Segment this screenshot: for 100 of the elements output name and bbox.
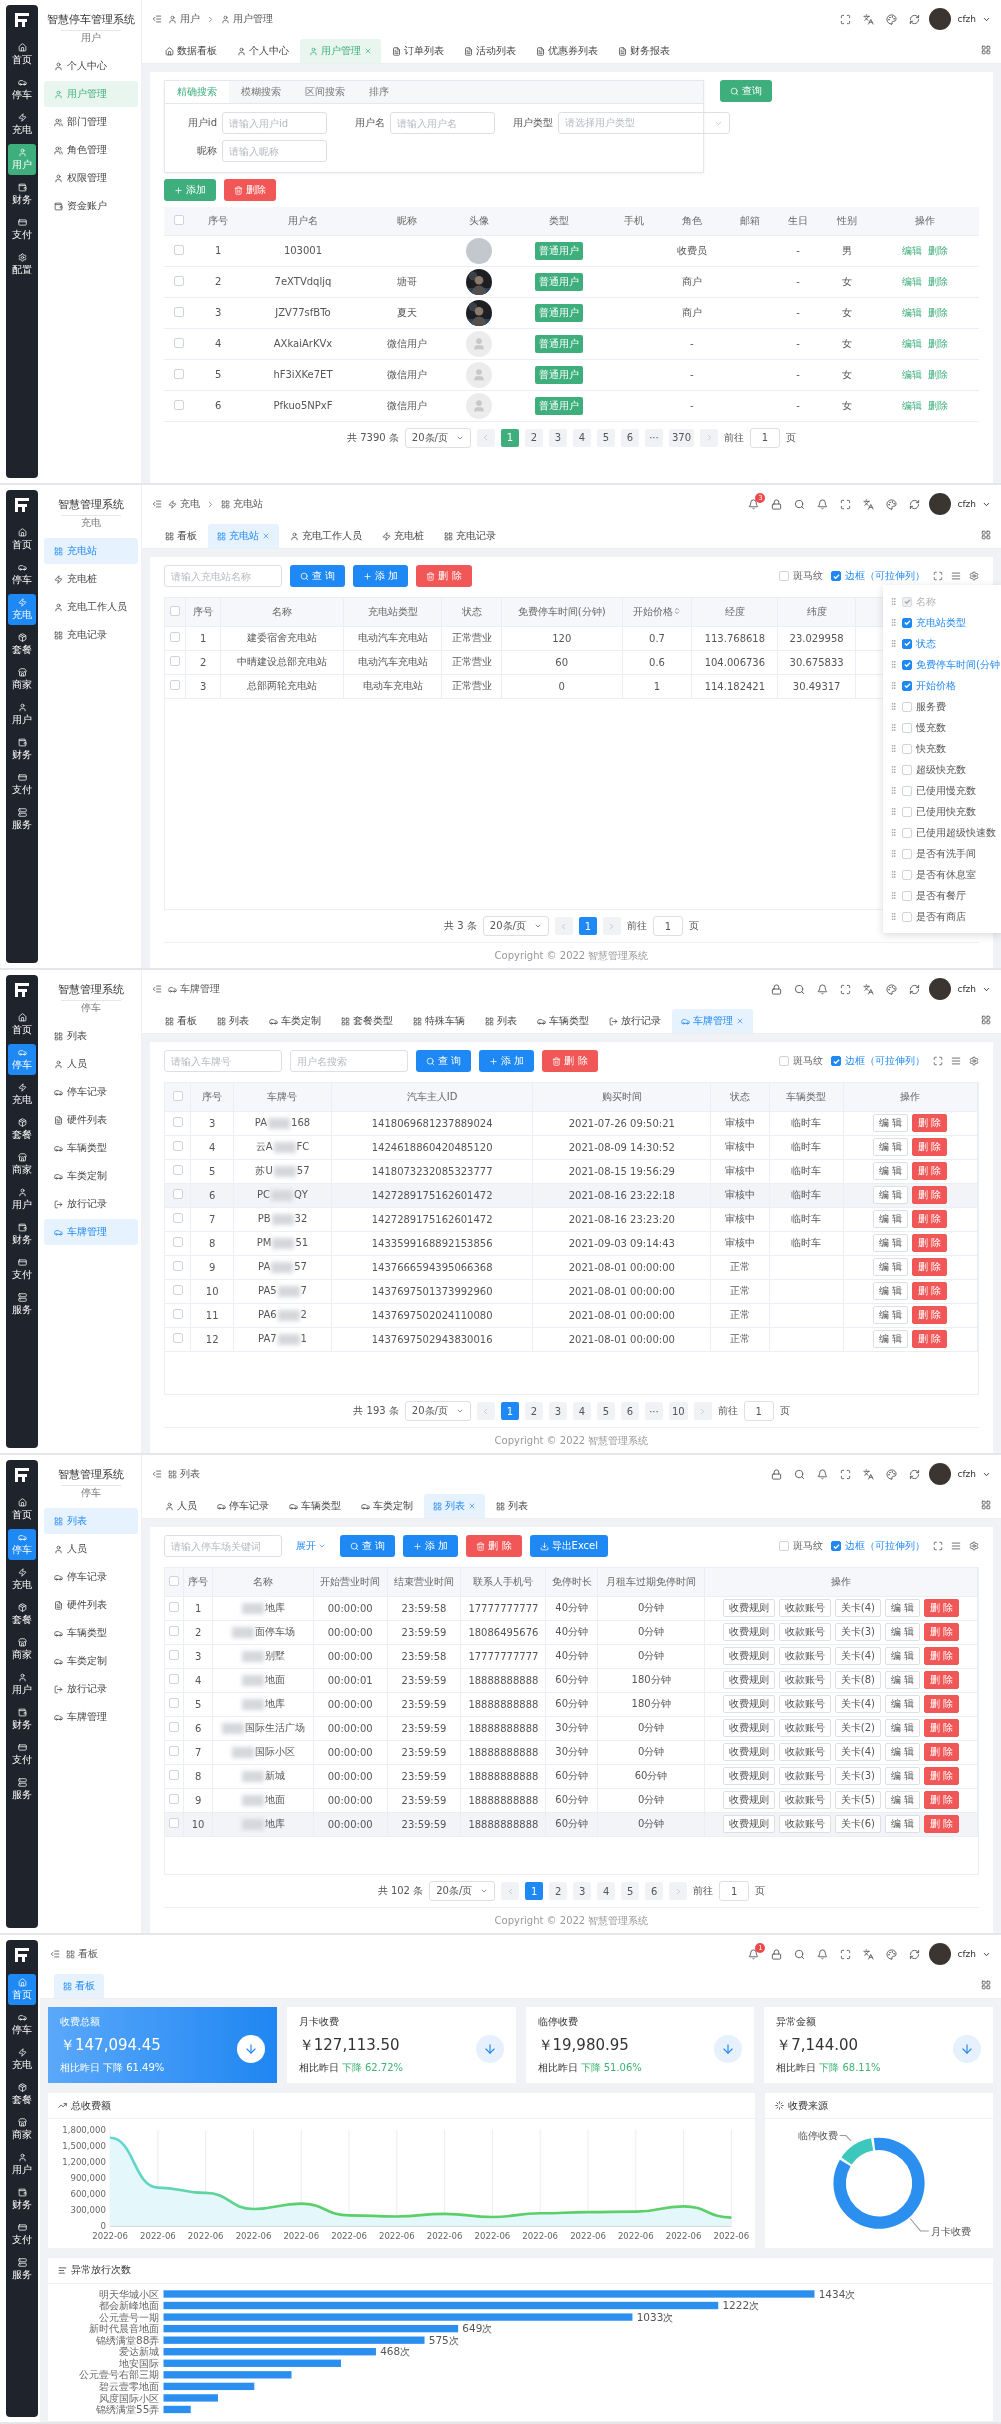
- column-option[interactable]: 服务费: [916, 699, 946, 714]
- action-button[interactable]: 编 辑: [873, 1234, 909, 1252]
- page-button[interactable]: 2: [524, 1402, 543, 1420]
- sidebar-item[interactable]: 支付: [8, 1254, 36, 1285]
- sidebar-item[interactable]: 充电: [8, 1564, 36, 1595]
- sidebar-item[interactable]: 用户: [8, 1184, 36, 1215]
- search-field[interactable]: 请输入停车场关键词: [164, 1535, 282, 1557]
- drag-handle-icon[interactable]: [889, 744, 898, 753]
- action-button[interactable]: 编 辑: [873, 1330, 909, 1348]
- page-button[interactable]: 5: [621, 1882, 640, 1900]
- checkbox[interactable]: [902, 659, 912, 670]
- column-option[interactable]: 免费停车时间(分钟: [916, 657, 1000, 672]
- breadcrumb-item[interactable]: 列表: [168, 1467, 200, 1481]
- action-button[interactable]: 编 辑: [873, 1306, 909, 1324]
- menu-item[interactable]: 硬件列表: [43, 1592, 138, 1618]
- column-option[interactable]: 是否有洗手间: [916, 846, 976, 861]
- action-button[interactable]: 收款账号: [778, 1695, 831, 1713]
- tab[interactable]: 个人中心: [228, 39, 298, 63]
- sidebar-item[interactable]: 首页: [8, 39, 36, 70]
- avatar[interactable]: [929, 1463, 952, 1485]
- action-button[interactable]: 关卡(5): [834, 1791, 881, 1809]
- collapse-icon[interactable]: [152, 1469, 162, 1479]
- action-button[interactable]: 关卡(6): [834, 1815, 881, 1833]
- translate-icon[interactable]: [863, 498, 875, 510]
- notification-icon[interactable]: [748, 1948, 760, 1960]
- translate-icon[interactable]: [863, 1468, 875, 1480]
- sidebar-item[interactable]: 服务: [8, 804, 36, 835]
- settings-icon[interactable]: [969, 1541, 979, 1551]
- tab[interactable]: 车辆类型: [528, 1009, 598, 1033]
- page-size-select[interactable]: 20条/页: [429, 1881, 496, 1901]
- breadcrumb-item[interactable]: 看板: [66, 1947, 98, 1961]
- sidebar-item[interactable]: 商家: [8, 1149, 36, 1180]
- refresh-icon[interactable]: [909, 498, 921, 510]
- search-icon[interactable]: [794, 1948, 806, 1960]
- page-button[interactable]: 4: [572, 1402, 591, 1420]
- avatar[interactable]: [929, 1943, 952, 1965]
- notification-icon[interactable]: [748, 498, 760, 510]
- sidebar-item[interactable]: 停车: [8, 74, 36, 105]
- action-button[interactable]: 收费规则: [722, 1719, 775, 1737]
- tab[interactable]: 充电记录: [435, 524, 505, 548]
- sidebar-item[interactable]: 充电: [8, 2044, 36, 2075]
- menu-item[interactable]: 停车记录: [43, 1079, 138, 1105]
- page-input[interactable]: 1: [719, 1881, 750, 1901]
- drag-handle-icon[interactable]: [889, 681, 898, 690]
- page-size-select[interactable]: 20条/页: [404, 427, 471, 448]
- action-button[interactable]: 收款账号: [778, 1599, 831, 1617]
- column-option[interactable]: 开始价格: [916, 678, 956, 693]
- drag-handle-icon[interactable]: [889, 702, 898, 711]
- next-page-button[interactable]: [693, 1402, 712, 1420]
- sidebar-item[interactable]: 配置: [8, 249, 36, 280]
- next-page-button[interactable]: [602, 917, 621, 935]
- column-option[interactable]: 已使用慢充数: [916, 783, 976, 798]
- page-button[interactable]: 370: [668, 428, 694, 447]
- page-size-select[interactable]: 20条/页: [482, 916, 549, 936]
- menu-item[interactable]: 车牌管理: [43, 1704, 138, 1730]
- menu-item[interactable]: 列表: [43, 1023, 138, 1049]
- sidebar-item[interactable]: 支付: [8, 214, 36, 245]
- tab[interactable]: 列表: [476, 1009, 526, 1033]
- drag-handle-icon[interactable]: [889, 618, 898, 627]
- page-button[interactable]: ···: [644, 428, 663, 447]
- action-button[interactable]: 收费规则: [722, 1815, 775, 1833]
- drag-handle-icon[interactable]: [889, 828, 898, 837]
- bell-icon[interactable]: [817, 1948, 829, 1960]
- lock-icon[interactable]: [771, 1468, 783, 1480]
- action-button[interactable]: 收费规则: [722, 1671, 775, 1689]
- translate-icon[interactable]: [863, 1948, 875, 1960]
- tab[interactable]: 车辆类型: [280, 1494, 350, 1518]
- column-option[interactable]: 是否有商店: [916, 909, 966, 924]
- menu-item[interactable]: 权限管理: [43, 165, 138, 191]
- tab[interactable]: 列表: [487, 1494, 537, 1518]
- previous-page-button[interactable]: [554, 917, 573, 935]
- avatar[interactable]: [929, 493, 952, 515]
- translate-icon[interactable]: [863, 983, 875, 995]
- sidebar-item[interactable]: 套餐: [8, 1599, 36, 1630]
- palette-icon[interactable]: [886, 13, 898, 25]
- previous-page-button[interactable]: [476, 1402, 495, 1420]
- sidebar-item[interactable]: 套餐: [8, 2079, 36, 2110]
- action-button[interactable]: 收款账号: [778, 1671, 831, 1689]
- tab[interactable]: 看板: [156, 1009, 206, 1033]
- page-input[interactable]: 1: [652, 916, 683, 936]
- sidebar-item[interactable]: 财务: [8, 1704, 36, 1735]
- avatar[interactable]: [929, 978, 952, 1000]
- next-page-button[interactable]: [669, 1882, 688, 1900]
- tab[interactable]: 充电桩: [373, 524, 433, 548]
- fullscreen-icon[interactable]: [840, 1948, 852, 1960]
- checkbox[interactable]: [831, 571, 841, 581]
- page-button[interactable]: 1: [525, 1882, 544, 1900]
- page-button[interactable]: 3: [548, 428, 567, 447]
- action-button[interactable]: 收款账号: [778, 1647, 831, 1665]
- sidebar-item[interactable]: 服务: [8, 1774, 36, 1805]
- density-icon[interactable]: [951, 571, 961, 581]
- user-name[interactable]: cfzh: [957, 499, 976, 509]
- breadcrumb-item[interactable]: 车牌管理: [168, 982, 220, 996]
- menu-item[interactable]: 充电桩: [43, 566, 138, 592]
- drag-handle-icon[interactable]: [889, 891, 898, 900]
- search-field[interactable]: 请输入车牌号: [164, 1050, 282, 1072]
- fullscreen-icon[interactable]: [840, 1468, 852, 1480]
- export-button[interactable]: 导出Excel: [529, 1535, 609, 1557]
- action-button[interactable]: 收费规则: [722, 1791, 775, 1809]
- add-button[interactable]: 添 加: [353, 565, 409, 587]
